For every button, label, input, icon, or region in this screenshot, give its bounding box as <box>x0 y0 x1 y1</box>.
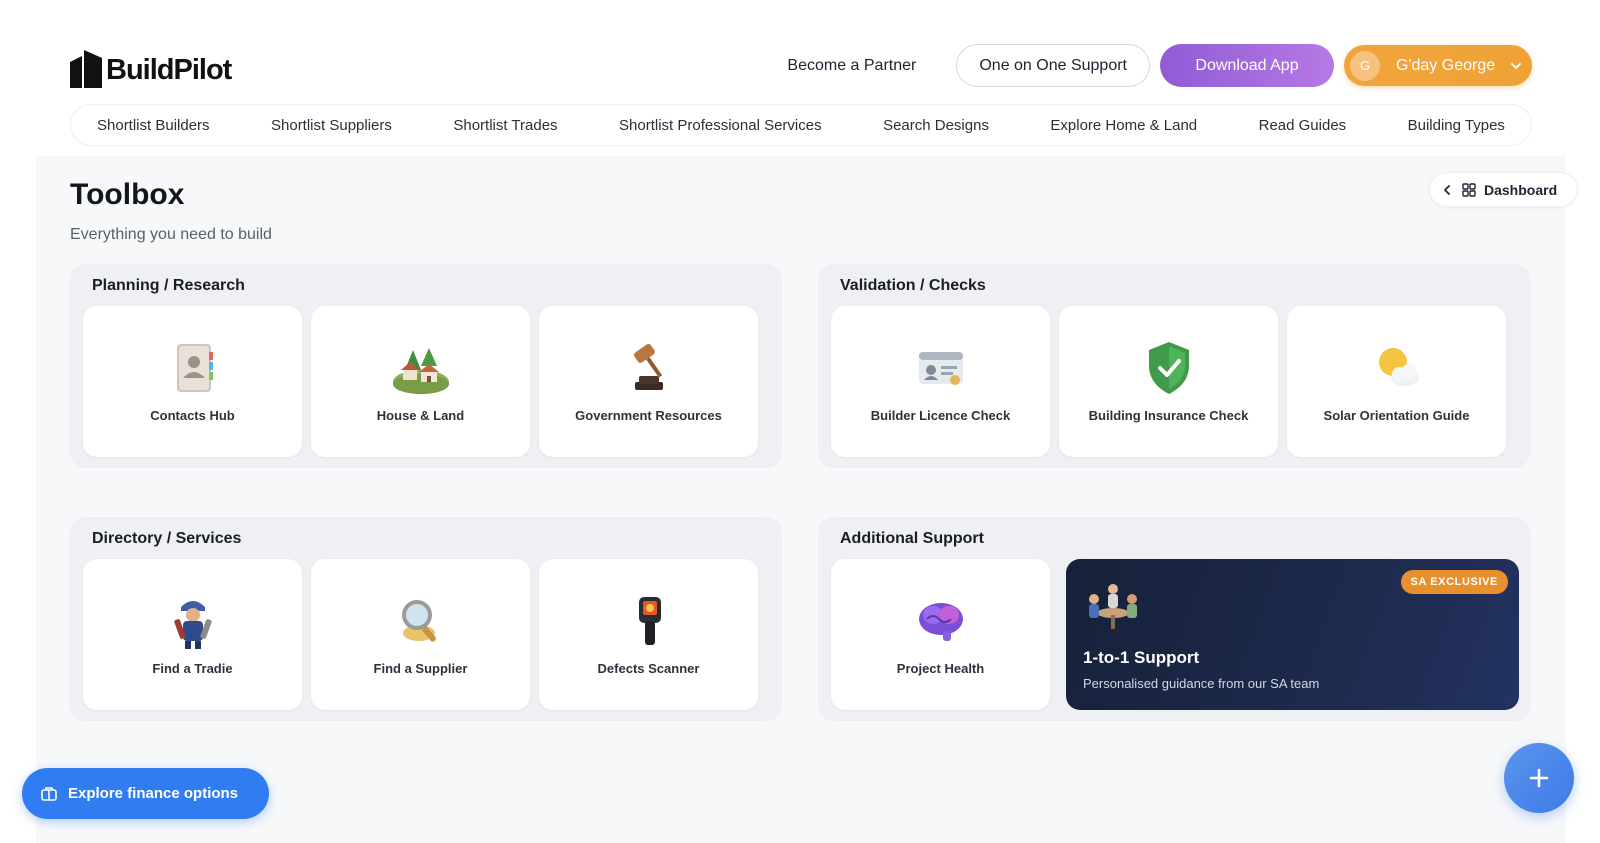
tool-card-builder-licence-check[interactable]: Builder Licence Check <box>831 306 1050 457</box>
brain-icon <box>918 603 963 641</box>
dashboard-label: Dashboard <box>1484 181 1558 198</box>
chevron-left-icon <box>1444 184 1450 195</box>
toolbox-content: Toolbox Everything you need to build Das… <box>36 156 1578 843</box>
grid-icon <box>1462 182 1476 197</box>
tradie-worker-icon <box>173 601 212 649</box>
brand-name: BuildPilot <box>106 54 232 86</box>
chevron-down-icon <box>1511 62 1521 69</box>
nav-building-types[interactable]: Building Types <box>1408 117 1505 134</box>
card-label: Defects Scanner <box>597 661 700 676</box>
tool-card-solar-orientation-guide[interactable]: Solar Orientation Guide <box>1287 306 1506 457</box>
card-label: House & Land <box>376 408 465 423</box>
card-label: Find a Tradie <box>152 661 233 676</box>
section-title: Additional Support <box>840 530 984 547</box>
sa-exclusive-badge: SA EXCLUSIVE <box>1400 570 1508 594</box>
section-additional-support: Additional Support Project Health SA EXC… <box>818 517 1530 721</box>
card-label: Contacts Hub <box>150 408 235 423</box>
card-label: Solar Orientation Guide <box>1323 408 1470 423</box>
id-card-icon <box>918 352 963 385</box>
section-title: Directory / Services <box>92 530 242 547</box>
dashboard-button[interactable]: Dashboard <box>1429 172 1578 207</box>
explore-finance-label: Explore finance options <box>68 785 239 802</box>
thermal-scanner-icon <box>638 597 661 645</box>
tool-card-find-a-tradie[interactable]: Find a Tradie <box>83 559 302 710</box>
page-subtitle: Everything you need to build <box>70 226 272 243</box>
add-fab-button[interactable] <box>1504 743 1574 813</box>
tool-card-government-resources[interactable]: Government Resources <box>539 306 758 457</box>
nav-explore-home-land[interactable]: Explore Home & Land <box>1050 117 1197 134</box>
nav-shortlist-builders[interactable]: Shortlist Builders <box>97 117 210 134</box>
tool-card-house-land[interactable]: House & Land <box>311 306 530 457</box>
one-on-one-support-button[interactable]: One on One Support <box>956 44 1150 87</box>
section-title: Planning / Research <box>92 277 245 294</box>
briefcase-icon <box>41 786 57 801</box>
header-actions: Become a Partner One on One Support Down… <box>787 44 1532 87</box>
user-menu-button[interactable]: G G'day George <box>1344 45 1532 86</box>
become-partner-link[interactable]: Become a Partner <box>787 44 946 87</box>
card-label: Builder Licence Check <box>870 408 1011 423</box>
nav-read-guides[interactable]: Read Guides <box>1259 117 1347 134</box>
card-label: Project Health <box>896 661 985 676</box>
gavel-icon <box>633 343 663 390</box>
section-planning-research: Planning / Research Contacts Hub House &… <box>70 264 782 468</box>
sun-cloud-icon <box>1378 348 1419 386</box>
card-label: Find a Supplier <box>373 661 468 676</box>
tool-card-project-health[interactable]: Project Health <box>831 559 1050 710</box>
houses-landscape-icon <box>392 348 449 394</box>
tool-card-contacts-hub[interactable]: Contacts Hub <box>83 306 302 457</box>
plus-icon <box>1529 768 1549 788</box>
tool-card-building-insurance-check[interactable]: Building Insurance Check <box>1059 306 1278 457</box>
brand-logo[interactable]: BuildPilot <box>70 44 232 88</box>
user-greeting: G'day George <box>1396 56 1496 74</box>
explore-finance-button[interactable]: Explore finance options <box>22 768 269 819</box>
download-app-button[interactable]: Download App <box>1160 44 1334 87</box>
avatar: G <box>1350 50 1380 81</box>
nav-shortlist-trades[interactable]: Shortlist Trades <box>453 117 557 134</box>
card-label: Building Insurance Check <box>1088 408 1249 423</box>
card-label: Government Resources <box>575 408 722 423</box>
nav-search-designs[interactable]: Search Designs <box>883 117 989 134</box>
main-navigation: Shortlist Builders Shortlist Suppliers S… <box>70 104 1532 146</box>
section-directory-services: Directory / Services Find a Tradie Find … <box>70 517 782 721</box>
one-to-one-support-card[interactable]: SA EXCLUSIVE 1-to-1 Support Personalised… <box>1066 559 1519 710</box>
section-validation-checks: Validation / Checks Builder Licence Chec… <box>818 264 1530 468</box>
building-logo-icon <box>70 50 102 88</box>
nav-shortlist-suppliers[interactable]: Shortlist Suppliers <box>271 117 392 134</box>
shield-check-icon <box>1148 342 1189 394</box>
magnifier-icon <box>401 600 436 642</box>
page-title: Toolbox <box>70 178 185 211</box>
section-title: Validation / Checks <box>840 277 986 294</box>
nav-shortlist-professional-services[interactable]: Shortlist Professional Services <box>619 117 822 134</box>
support-card-title: 1-to-1 Support <box>1083 648 1200 667</box>
contacts-book-icon <box>176 344 213 392</box>
meeting-people-icon <box>1089 584 1137 629</box>
support-card-subtitle: Personalised guidance from our SA team <box>1083 676 1320 691</box>
tool-card-find-a-supplier[interactable]: Find a Supplier <box>311 559 530 710</box>
tool-card-defects-scanner[interactable]: Defects Scanner <box>539 559 758 710</box>
top-header: BuildPilot Become a Partner One on One S… <box>0 0 1600 156</box>
